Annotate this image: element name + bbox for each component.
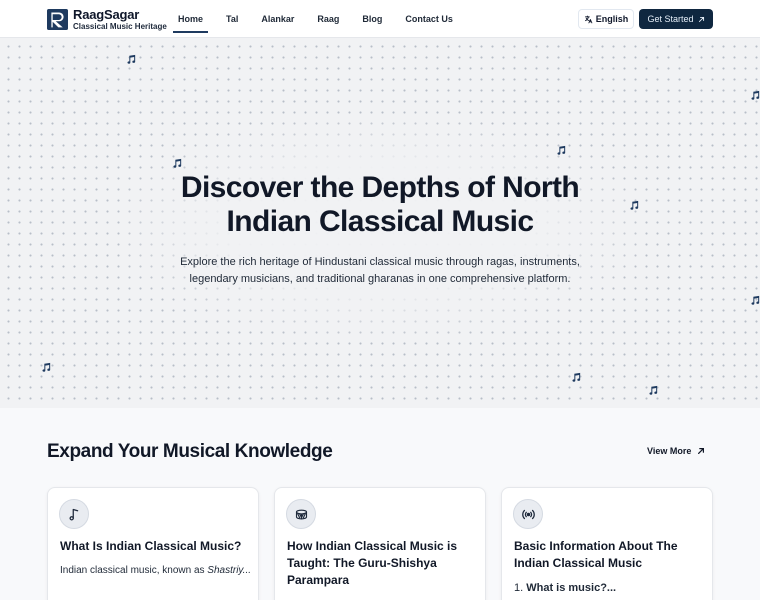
nav-blog[interactable]: Blog xyxy=(357,4,387,34)
nav-tal[interactable]: Tal xyxy=(221,4,243,34)
music-note-icon xyxy=(172,158,182,169)
hero-section: Discover the Depths of North Indian Clas… xyxy=(0,38,760,408)
article-card[interactable]: Basic Information About The Indian Class… xyxy=(501,487,713,600)
card-title: Basic Information About The Indian Class… xyxy=(514,539,678,570)
drum-icon xyxy=(286,499,316,529)
music-note-icon xyxy=(648,385,658,396)
card-excerpt: 1. What is music?... xyxy=(514,581,704,595)
card-excerpt-number: 1. xyxy=(514,582,527,594)
music-note-icon xyxy=(126,54,136,65)
nav-contact-us[interactable]: Contact Us xyxy=(400,4,458,34)
arrow-up-right-icon xyxy=(698,448,705,454)
brand-name: RaagSagar xyxy=(73,7,140,22)
article-card[interactable]: What Is Indian Classical Music? Indian c… xyxy=(47,487,259,600)
view-more-label: View More xyxy=(647,446,692,456)
nav-home[interactable]: Home xyxy=(173,4,209,34)
card-excerpt-text: Indian classical music, known as xyxy=(60,565,208,576)
hero-title-line-1: Discover the Depths of North xyxy=(180,171,580,204)
logo[interactable]: RaagSagar Classical Music Heritage xyxy=(47,8,167,31)
hero-title-line-2: Indian Classical Music xyxy=(226,205,535,238)
hero-subtitle-line-2: legendary musicians, and traditional gha… xyxy=(189,273,571,285)
nav-raag[interactable]: Raag xyxy=(312,4,344,34)
language-label: English xyxy=(595,14,629,24)
music-note-icon xyxy=(629,200,639,211)
music-note-icon xyxy=(571,372,581,383)
hero-title: Discover the Depths of North Indian Clas… xyxy=(150,171,610,239)
section-title: Expand Your Musical Knowledge xyxy=(47,441,333,462)
music-note-icon xyxy=(556,145,566,156)
get-started-label: Get Started xyxy=(647,14,694,24)
card-excerpt-bold: What is music?... xyxy=(526,582,617,594)
hero-subtitle: Explore the rich heritage of Hindustani … xyxy=(170,254,590,288)
broadcast-icon xyxy=(513,499,543,529)
get-started-button[interactable]: Get Started xyxy=(639,9,713,29)
music-note-icon xyxy=(41,362,51,373)
view-more-link[interactable]: View More xyxy=(647,446,705,456)
main-nav: Home Tal Alankar Raag Blog Contact Us xyxy=(173,0,471,38)
translate-icon xyxy=(584,15,593,23)
hero-subtitle-line-1: Explore the rich heritage of Hindustani … xyxy=(180,256,580,268)
music-note-icon xyxy=(750,295,760,306)
music-note-icon xyxy=(750,90,760,101)
site-header: RaagSagar Classical Music Heritage Home … xyxy=(0,0,760,38)
logo-icon xyxy=(47,9,68,30)
arrow-up-right-icon xyxy=(698,16,704,22)
card-excerpt: Indian classical music, known as Shastri… xyxy=(60,564,250,578)
brand-tagline: Classical Music Heritage xyxy=(73,22,167,31)
card-title: How Indian Classical Music is Taught: Th… xyxy=(287,539,458,587)
nav-alankar[interactable]: Alankar xyxy=(256,4,299,34)
card-title: What Is Indian Classical Music? xyxy=(60,539,242,553)
article-card[interactable]: How Indian Classical Music is Taught: Th… xyxy=(274,487,486,600)
music-note-icon xyxy=(59,499,89,529)
knowledge-section: Expand Your Musical Knowledge View More … xyxy=(0,408,760,600)
language-button[interactable]: English xyxy=(578,9,634,29)
card-excerpt-italic: Shastriy... xyxy=(207,565,250,576)
